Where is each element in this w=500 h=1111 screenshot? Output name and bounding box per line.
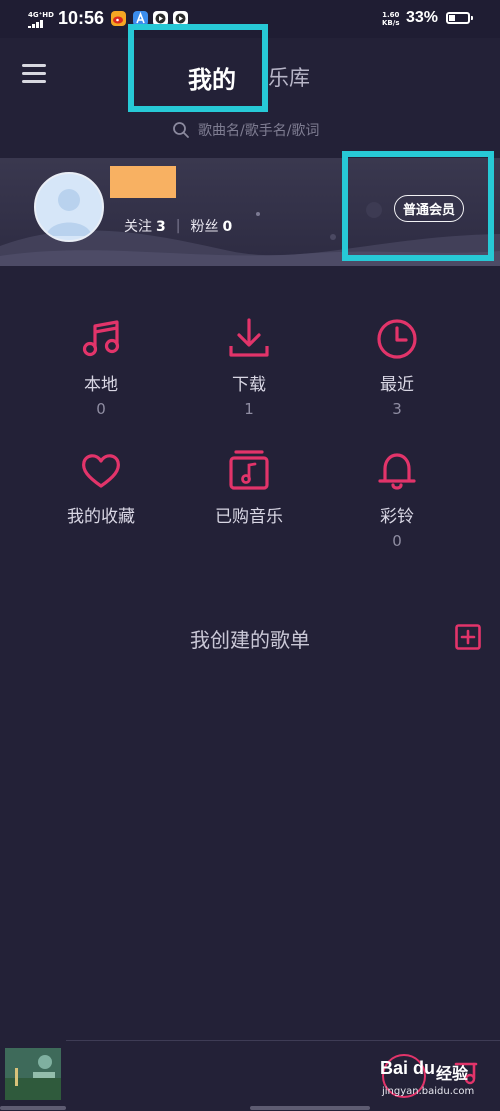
- album-art[interactable]: [5, 1048, 61, 1100]
- battery-percent: 33%: [406, 9, 439, 26]
- music-note-icon: [82, 320, 120, 357]
- shortcut-count: [194, 532, 304, 550]
- highlight-box-member: [342, 151, 494, 261]
- username-redacted: [110, 166, 176, 198]
- fans-count: 0: [222, 219, 233, 235]
- shortcut-count: 3: [392, 400, 402, 418]
- heart-icon: [82, 454, 120, 488]
- bell-icon: [378, 453, 416, 490]
- shortcut-ringtone[interactable]: 彩铃 0: [342, 450, 452, 550]
- clock-icon: [377, 319, 417, 359]
- add-icon: [455, 624, 481, 650]
- watermark-url: jingyan.baidu.com: [382, 1086, 475, 1097]
- network-indicator: 4G⁺HD: [28, 11, 54, 19]
- speed-unit: KB/s: [382, 19, 400, 27]
- shortcut-label: 下载: [232, 375, 266, 395]
- menu-icon[interactable]: [20, 60, 48, 88]
- decor-dot: [330, 234, 336, 240]
- search-icon: [173, 122, 189, 138]
- fans-label: 粉丝: [190, 219, 219, 235]
- follow-item[interactable]: 关注 3: [124, 216, 166, 236]
- decor-dot: [256, 212, 260, 216]
- nav-gesture-bar: [250, 1106, 370, 1110]
- shortcut-count: 0: [392, 532, 402, 550]
- search-bar[interactable]: 歌曲名/歌手名/歌词: [172, 118, 319, 142]
- shortcut-local[interactable]: 本地 0: [46, 318, 156, 418]
- player-divider: [66, 1040, 500, 1041]
- shortcut-count: 1: [244, 400, 254, 418]
- follow-stats: 关注 3 | 粉丝 0: [124, 216, 232, 236]
- album-cover-image: [5, 1048, 61, 1100]
- avatar[interactable]: [34, 172, 104, 242]
- shortcut-recent[interactable]: 最近 3: [342, 318, 452, 418]
- purchased-music-icon: [229, 450, 269, 490]
- tab-library-label: 乐库: [268, 66, 310, 90]
- signal-icon: [28, 20, 50, 28]
- shortcut-label: 我的收藏: [67, 507, 135, 527]
- shortcut-label: 彩铃: [380, 507, 414, 527]
- created-playlists-title: 我创建的歌单: [190, 628, 310, 652]
- fans-item[interactable]: 粉丝 0: [190, 216, 232, 236]
- weibo-app-icon: [111, 11, 126, 26]
- shortcut-count: [46, 532, 156, 550]
- add-playlist-button[interactable]: [455, 624, 481, 650]
- shortcut-label: 本地: [84, 375, 118, 395]
- download-icon: [229, 318, 269, 357]
- baidu-logo: Bai du: [380, 1058, 436, 1078]
- follow-count: 3: [156, 219, 166, 235]
- shortcut-count: 0: [96, 400, 106, 418]
- jingyan-text: 经验: [436, 1064, 469, 1083]
- shortcut-favorites[interactable]: 我的收藏: [46, 450, 156, 550]
- tab-mine[interactable]: 我的: [188, 60, 236, 95]
- baidu-jingyan-watermark: Bai du 经验 jingyan.baidu.com: [380, 1052, 490, 1104]
- search-placeholder: 歌曲名/歌手名/歌词: [198, 123, 320, 139]
- shortcut-purchased[interactable]: 已购音乐: [194, 450, 304, 550]
- battery-icon: [446, 12, 473, 24]
- speed-value: 1.60: [382, 11, 400, 19]
- shortcut-label: 最近: [380, 375, 414, 395]
- stat-divider: |: [175, 218, 181, 234]
- default-avatar-icon: [46, 189, 92, 236]
- nav-gesture-bar: [0, 1106, 66, 1110]
- shortcut-download[interactable]: 下载 1: [194, 318, 304, 418]
- network-speed: 1.60 KB/s: [382, 11, 399, 27]
- status-time: 10:56: [58, 8, 105, 28]
- tab-library[interactable]: 乐库: [264, 62, 310, 92]
- shortcut-label: 已购音乐: [215, 507, 283, 527]
- follow-label: 关注: [124, 219, 152, 235]
